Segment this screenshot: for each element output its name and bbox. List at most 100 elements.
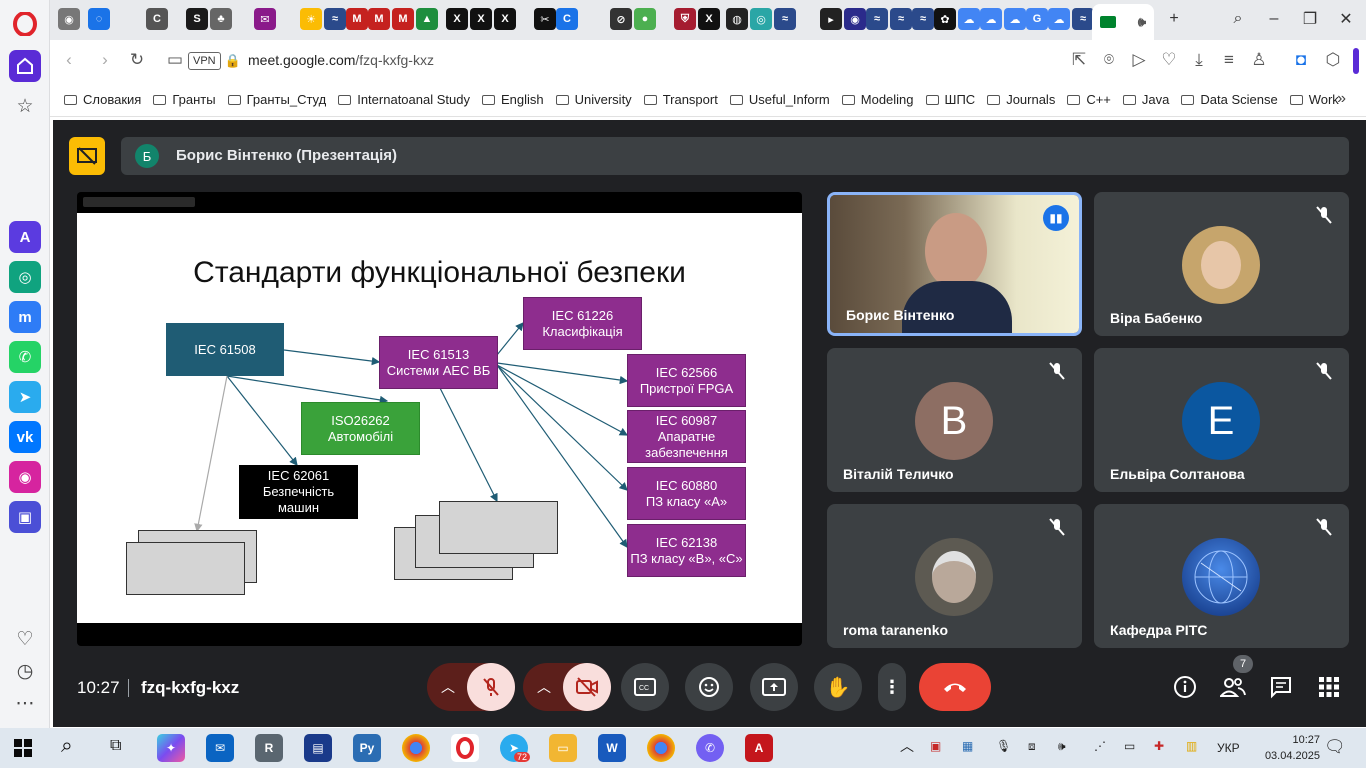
- tab-icon[interactable]: ♣: [210, 8, 232, 30]
- x-tab-icon[interactable]: X: [470, 8, 492, 30]
- word-taskbar-icon[interactable]: W: [598, 734, 626, 762]
- bookmark-folder[interactable]: English: [481, 92, 544, 107]
- tab-icon[interactable]: ✉: [254, 8, 276, 30]
- tab-search-icon[interactable]: ⌕: [1226, 8, 1250, 30]
- reload-icon[interactable]: ↻: [126, 50, 148, 70]
- captions-button[interactable]: CC: [621, 663, 669, 711]
- lock-icon[interactable]: 🔒: [222, 53, 244, 69]
- present-button[interactable]: [750, 663, 798, 711]
- tab-icon[interactable]: ⊘: [610, 8, 632, 30]
- cloud-tab-icon[interactable]: ☁: [980, 8, 1002, 30]
- favorites-heart-icon[interactable]: ♡: [9, 623, 41, 655]
- tab-icon[interactable]: ≈: [912, 8, 934, 30]
- download-icon[interactable]: ⤓: [1188, 50, 1210, 70]
- profile-icon[interactable]: ♙: [1248, 50, 1270, 70]
- tab-icon[interactable]: ✂: [534, 8, 556, 30]
- bookmark-folder[interactable]: Internatoanal Study: [338, 92, 470, 107]
- bookmark-folder[interactable]: Work: [1289, 92, 1339, 107]
- bookmark-folder[interactable]: Гранты_Студ: [227, 92, 326, 107]
- reactions-button[interactable]: [685, 663, 733, 711]
- app-taskbar-icon[interactable]: R: [255, 734, 283, 762]
- save-taskbar-icon[interactable]: ▤: [304, 734, 332, 762]
- minimize-icon[interactable]: –: [1262, 8, 1286, 30]
- battery-icon[interactable]: ▭: [1124, 739, 1135, 753]
- participant-tile[interactable]: Кафедра РІТС: [1094, 504, 1349, 648]
- chrome-profile-taskbar-icon[interactable]: [647, 734, 675, 762]
- network-icon[interactable]: ⋰: [1094, 739, 1106, 753]
- cloud-tab-icon[interactable]: ☁: [958, 8, 980, 30]
- tab-icon[interactable]: ◉: [58, 8, 80, 30]
- bookmark-folder[interactable]: Гранты: [153, 92, 216, 107]
- more-options-button[interactable]: ⋮: [878, 663, 906, 711]
- extension-icon[interactable]: ◘: [1290, 50, 1312, 70]
- tab-icon[interactable]: ≈: [1072, 8, 1094, 30]
- task-view-icon[interactable]: ⧉: [110, 737, 121, 755]
- bookmark-folder[interactable]: Modeling: [841, 92, 914, 107]
- mic-options-chevron-icon[interactable]: ︿: [441, 677, 455, 697]
- tab-icon[interactable]: ◉: [844, 8, 866, 30]
- tray-app-icon[interactable]: ⧈: [1028, 739, 1036, 754]
- sidebar-toggle[interactable]: [1353, 48, 1359, 74]
- bookmark-folder[interactable]: Useful_Inform: [729, 92, 830, 107]
- share-icon[interactable]: ⇱: [1068, 50, 1090, 70]
- search-icon[interactable]: ⌕: [61, 734, 73, 758]
- url-field[interactable]: meet.google.com/fzq-kxfg-kxz: [248, 52, 434, 68]
- send-icon[interactable]: ▷: [1128, 50, 1150, 70]
- new-tab-icon[interactable]: +: [1162, 8, 1186, 30]
- notifications-icon[interactable]: 🗨: [1324, 737, 1346, 757]
- camera-toggle-button[interactable]: [563, 663, 611, 711]
- meet-active-tab[interactable]: 🕪: [1092, 4, 1154, 40]
- cloud-tab-icon[interactable]: ☁: [1048, 8, 1070, 30]
- harvard-tab-icon[interactable]: ⛨: [674, 8, 696, 30]
- home-icon[interactable]: [9, 50, 41, 82]
- bookmark-folder[interactable]: C++: [1067, 92, 1111, 107]
- github-tab-icon[interactable]: ◍: [726, 8, 748, 30]
- bookmarks-overflow-icon[interactable]: »: [1337, 90, 1346, 108]
- viber-taskbar-icon[interactable]: ✆: [696, 734, 724, 762]
- bookmark-folder[interactable]: ШПС: [925, 92, 975, 107]
- mic-toggle-button[interactable]: [467, 663, 515, 711]
- bookmark-folder[interactable]: University: [555, 92, 632, 107]
- vpn-badge[interactable]: VPN: [188, 52, 221, 70]
- input-language[interactable]: УКР: [1217, 741, 1240, 755]
- close-icon[interactable]: ✕: [1334, 8, 1358, 30]
- easy-setup-icon[interactable]: ≡: [1218, 50, 1240, 70]
- tab-icon[interactable]: ●: [634, 8, 656, 30]
- participant-tile[interactable]: B Віталій Теличко: [827, 348, 1082, 492]
- tray-app-icon[interactable]: ✚: [1154, 739, 1164, 753]
- tray-app-icon[interactable]: ▦: [962, 739, 973, 753]
- bookmark-folder[interactable]: Journals: [987, 92, 1055, 107]
- forward-icon[interactable]: ›: [94, 50, 116, 70]
- microphone-tray-icon[interactable]: 🎙: [996, 739, 1011, 753]
- messenger-icon[interactable]: m: [9, 301, 41, 333]
- acrobat-taskbar-icon[interactable]: A: [745, 734, 773, 762]
- tray-app-icon[interactable]: ▣: [930, 739, 941, 753]
- volume-icon[interactable]: 🕪: [1058, 739, 1066, 754]
- snapshot-camera-icon[interactable]: ⌾: [1098, 50, 1120, 70]
- history-clock-icon[interactable]: ◷: [9, 655, 41, 687]
- aria-icon[interactable]: A: [9, 221, 41, 253]
- tab-icon[interactable]: ≈: [324, 8, 346, 30]
- camera-options-chevron-icon[interactable]: ︿: [537, 677, 551, 697]
- restore-icon[interactable]: ❐: [1298, 8, 1322, 30]
- participant-tile[interactable]: Віра Бабенко: [1094, 192, 1349, 336]
- speed-dial-star-icon[interactable]: ☆: [9, 90, 41, 122]
- python-taskbar-icon[interactable]: Py: [353, 734, 381, 762]
- telegram-icon[interactable]: ➤: [9, 381, 41, 413]
- translate-tab-icon[interactable]: G: [1026, 8, 1048, 30]
- whatsapp-icon[interactable]: ✆: [9, 341, 41, 373]
- tab-icon[interactable]: ≈: [890, 8, 912, 30]
- tray-overflow-icon[interactable]: ︿: [900, 736, 914, 756]
- gmail-tab-icon[interactable]: M: [368, 8, 390, 30]
- presentation-badge[interactable]: [69, 137, 105, 175]
- bookmark-folder[interactable]: Transport: [643, 92, 718, 107]
- instagram-icon[interactable]: ◉: [9, 461, 41, 493]
- tab-icon[interactable]: ◌: [88, 8, 110, 30]
- bookmark-folder[interactable]: Data Sciense: [1181, 92, 1278, 107]
- tab-icon[interactable]: ≈: [774, 8, 796, 30]
- drive-tab-icon[interactable]: ▲: [416, 8, 438, 30]
- tab-icon[interactable]: ◎: [750, 8, 772, 30]
- chatgpt-icon[interactable]: ◎: [9, 261, 41, 293]
- vk-icon[interactable]: vk: [9, 421, 41, 453]
- bookmark-folder[interactable]: Java: [1122, 92, 1169, 107]
